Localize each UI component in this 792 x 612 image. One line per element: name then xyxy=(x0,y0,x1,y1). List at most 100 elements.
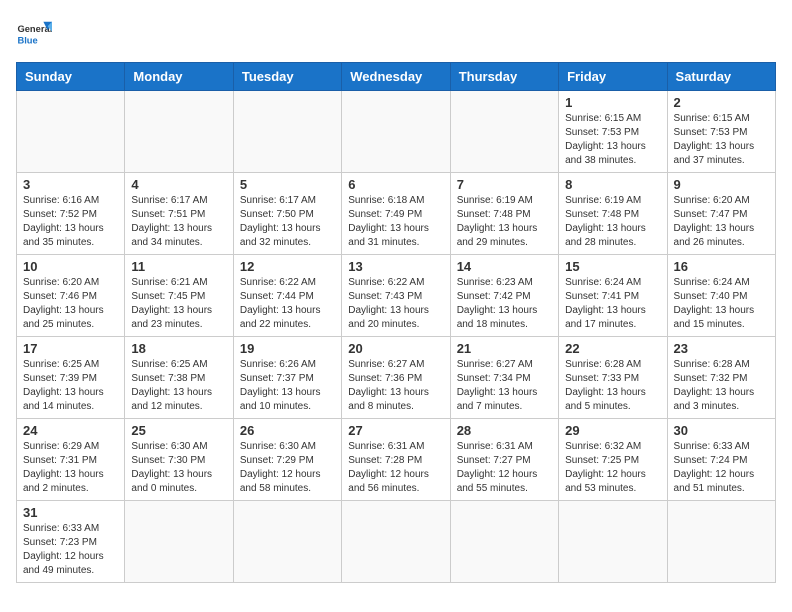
day-info: Sunrise: 6:27 AM Sunset: 7:36 PM Dayligh… xyxy=(348,358,443,414)
day-number: 28 xyxy=(457,423,552,438)
day-info: Sunrise: 6:33 AM Sunset: 7:23 PM Dayligh… xyxy=(23,522,118,578)
day-number: 12 xyxy=(240,259,335,274)
day-number: 24 xyxy=(23,423,118,438)
calendar-cell: 24 Sunrise: 6:29 AM Sunset: 7:31 PM Dayli… xyxy=(17,419,125,501)
calendar-cell: 5Sunrise: 6:17 AM Sunset: 7:50 PM Daylig… xyxy=(233,173,341,255)
calendar-week-row: 1 Sunrise: 6:15 AM Sunset: 7:53 PM Daylig… xyxy=(17,91,776,173)
calendar-cell xyxy=(17,91,125,173)
day-number: 15 xyxy=(565,259,660,274)
day-info: Sunrise: 6:25 AM Sunset: 7:38 PM Dayligh… xyxy=(131,358,226,414)
day-number: 21 xyxy=(457,341,552,356)
calendar-cell: 4Sunrise: 6:17 AM Sunset: 7:51 PM Daylig… xyxy=(125,173,233,255)
weekday-header: Wednesday xyxy=(342,63,450,91)
calendar-week-row: 31 Sunrise: 6:33 AM Sunset: 7:23 PM Dayli… xyxy=(17,501,776,583)
calendar-cell: 27Sunrise: 6:31 AM Sunset: 7:28 PM Dayli… xyxy=(342,419,450,501)
day-info: Sunrise: 6:23 AM Sunset: 7:42 PM Dayligh… xyxy=(457,276,552,332)
calendar-cell xyxy=(233,501,341,583)
day-number: 29 xyxy=(565,423,660,438)
day-number: 14 xyxy=(457,259,552,274)
day-info: Sunrise: 6:24 AM Sunset: 7:40 PM Dayligh… xyxy=(674,276,769,332)
calendar-cell xyxy=(125,91,233,173)
day-info: Sunrise: 6:27 AM Sunset: 7:34 PM Dayligh… xyxy=(457,358,552,414)
day-info: Sunrise: 6:17 AM Sunset: 7:50 PM Dayligh… xyxy=(240,194,335,250)
day-number: 6 xyxy=(348,177,443,192)
day-info: Sunrise: 6:21 AM Sunset: 7:45 PM Dayligh… xyxy=(131,276,226,332)
page-header: General Blue xyxy=(16,16,776,52)
calendar-cell: 26Sunrise: 6:30 AM Sunset: 7:29 PM Dayli… xyxy=(233,419,341,501)
day-number: 31 xyxy=(23,505,118,520)
calendar-cell: 16 Sunrise: 6:24 AM Sunset: 7:40 PM Dayli… xyxy=(667,255,775,337)
calendar-cell: 25Sunrise: 6:30 AM Sunset: 7:30 PM Dayli… xyxy=(125,419,233,501)
day-info: Sunrise: 6:16 AM Sunset: 7:52 PM Dayligh… xyxy=(23,194,118,250)
day-info: Sunrise: 6:17 AM Sunset: 7:51 PM Dayligh… xyxy=(131,194,226,250)
weekday-header: Tuesday xyxy=(233,63,341,91)
calendar-cell: 17Sunrise: 6:25 AM Sunset: 7:39 PM Dayli… xyxy=(17,337,125,419)
calendar-week-row: 17Sunrise: 6:25 AM Sunset: 7:39 PM Dayli… xyxy=(17,337,776,419)
calendar-cell: 6 Sunrise: 6:18 AM Sunset: 7:49 PM Daylig… xyxy=(342,173,450,255)
day-info: Sunrise: 6:19 AM Sunset: 7:48 PM Dayligh… xyxy=(565,194,660,250)
day-number: 10 xyxy=(23,259,118,274)
calendar-cell: 10 Sunrise: 6:20 AM Sunset: 7:46 PM Dayli… xyxy=(17,255,125,337)
weekday-header: Monday xyxy=(125,63,233,91)
weekday-header: Thursday xyxy=(450,63,558,91)
day-number: 19 xyxy=(240,341,335,356)
day-info: Sunrise: 6:29 AM Sunset: 7:31 PM Dayligh… xyxy=(23,440,118,496)
day-number: 1 xyxy=(565,95,660,110)
calendar-cell: 8 Sunrise: 6:19 AM Sunset: 7:48 PM Daylig… xyxy=(559,173,667,255)
svg-text:Blue: Blue xyxy=(17,35,37,45)
calendar-cell: 29 Sunrise: 6:32 AM Sunset: 7:25 PM Dayli… xyxy=(559,419,667,501)
day-info: Sunrise: 6:15 AM Sunset: 7:53 PM Dayligh… xyxy=(565,112,660,168)
calendar-week-row: 3Sunrise: 6:16 AM Sunset: 7:52 PM Daylig… xyxy=(17,173,776,255)
day-number: 30 xyxy=(674,423,769,438)
weekday-header: Sunday xyxy=(17,63,125,91)
calendar-cell xyxy=(667,501,775,583)
day-info: Sunrise: 6:33 AM Sunset: 7:24 PM Dayligh… xyxy=(674,440,769,496)
logo-icon: General Blue xyxy=(16,16,52,52)
weekday-header: Saturday xyxy=(667,63,775,91)
calendar-cell: 9Sunrise: 6:20 AM Sunset: 7:47 PM Daylig… xyxy=(667,173,775,255)
calendar-header-row: SundayMondayTuesdayWednesdayThursdayFrid… xyxy=(17,63,776,91)
calendar-cell: 14 Sunrise: 6:23 AM Sunset: 7:42 PM Dayli… xyxy=(450,255,558,337)
calendar-cell: 11 Sunrise: 6:21 AM Sunset: 7:45 PM Dayli… xyxy=(125,255,233,337)
calendar-cell xyxy=(559,501,667,583)
day-number: 7 xyxy=(457,177,552,192)
day-number: 17 xyxy=(23,341,118,356)
day-number: 23 xyxy=(674,341,769,356)
calendar-cell: 3Sunrise: 6:16 AM Sunset: 7:52 PM Daylig… xyxy=(17,173,125,255)
calendar-cell: 12Sunrise: 6:22 AM Sunset: 7:44 PM Dayli… xyxy=(233,255,341,337)
day-info: Sunrise: 6:20 AM Sunset: 7:46 PM Dayligh… xyxy=(23,276,118,332)
calendar-cell xyxy=(125,501,233,583)
calendar-cell: 1 Sunrise: 6:15 AM Sunset: 7:53 PM Daylig… xyxy=(559,91,667,173)
calendar-cell: 23 Sunrise: 6:28 AM Sunset: 7:32 PM Dayli… xyxy=(667,337,775,419)
day-info: Sunrise: 6:15 AM Sunset: 7:53 PM Dayligh… xyxy=(674,112,769,168)
day-number: 8 xyxy=(565,177,660,192)
day-info: Sunrise: 6:24 AM Sunset: 7:41 PM Dayligh… xyxy=(565,276,660,332)
calendar-week-row: 24 Sunrise: 6:29 AM Sunset: 7:31 PM Dayli… xyxy=(17,419,776,501)
calendar-cell xyxy=(233,91,341,173)
day-info: Sunrise: 6:22 AM Sunset: 7:43 PM Dayligh… xyxy=(348,276,443,332)
calendar-cell: 21 Sunrise: 6:27 AM Sunset: 7:34 PM Dayli… xyxy=(450,337,558,419)
calendar-cell: 18 Sunrise: 6:25 AM Sunset: 7:38 PM Dayli… xyxy=(125,337,233,419)
calendar-cell: 30 Sunrise: 6:33 AM Sunset: 7:24 PM Dayli… xyxy=(667,419,775,501)
day-info: Sunrise: 6:26 AM Sunset: 7:37 PM Dayligh… xyxy=(240,358,335,414)
calendar-cell: 7 Sunrise: 6:19 AM Sunset: 7:48 PM Daylig… xyxy=(450,173,558,255)
day-number: 26 xyxy=(240,423,335,438)
day-info: Sunrise: 6:19 AM Sunset: 7:48 PM Dayligh… xyxy=(457,194,552,250)
day-number: 25 xyxy=(131,423,226,438)
day-number: 16 xyxy=(674,259,769,274)
day-number: 9 xyxy=(674,177,769,192)
calendar-cell: 2Sunrise: 6:15 AM Sunset: 7:53 PM Daylig… xyxy=(667,91,775,173)
day-number: 18 xyxy=(131,341,226,356)
day-info: Sunrise: 6:31 AM Sunset: 7:28 PM Dayligh… xyxy=(348,440,443,496)
calendar-cell: 31 Sunrise: 6:33 AM Sunset: 7:23 PM Dayli… xyxy=(17,501,125,583)
calendar-cell: 19 Sunrise: 6:26 AM Sunset: 7:37 PM Dayli… xyxy=(233,337,341,419)
day-info: Sunrise: 6:32 AM Sunset: 7:25 PM Dayligh… xyxy=(565,440,660,496)
day-number: 11 xyxy=(131,259,226,274)
calendar-cell: 15 Sunrise: 6:24 AM Sunset: 7:41 PM Dayli… xyxy=(559,255,667,337)
calendar-table: SundayMondayTuesdayWednesdayThursdayFrid… xyxy=(16,62,776,583)
calendar-cell xyxy=(342,501,450,583)
day-info: Sunrise: 6:28 AM Sunset: 7:32 PM Dayligh… xyxy=(674,358,769,414)
day-info: Sunrise: 6:18 AM Sunset: 7:49 PM Dayligh… xyxy=(348,194,443,250)
calendar-cell xyxy=(450,91,558,173)
weekday-header: Friday xyxy=(559,63,667,91)
